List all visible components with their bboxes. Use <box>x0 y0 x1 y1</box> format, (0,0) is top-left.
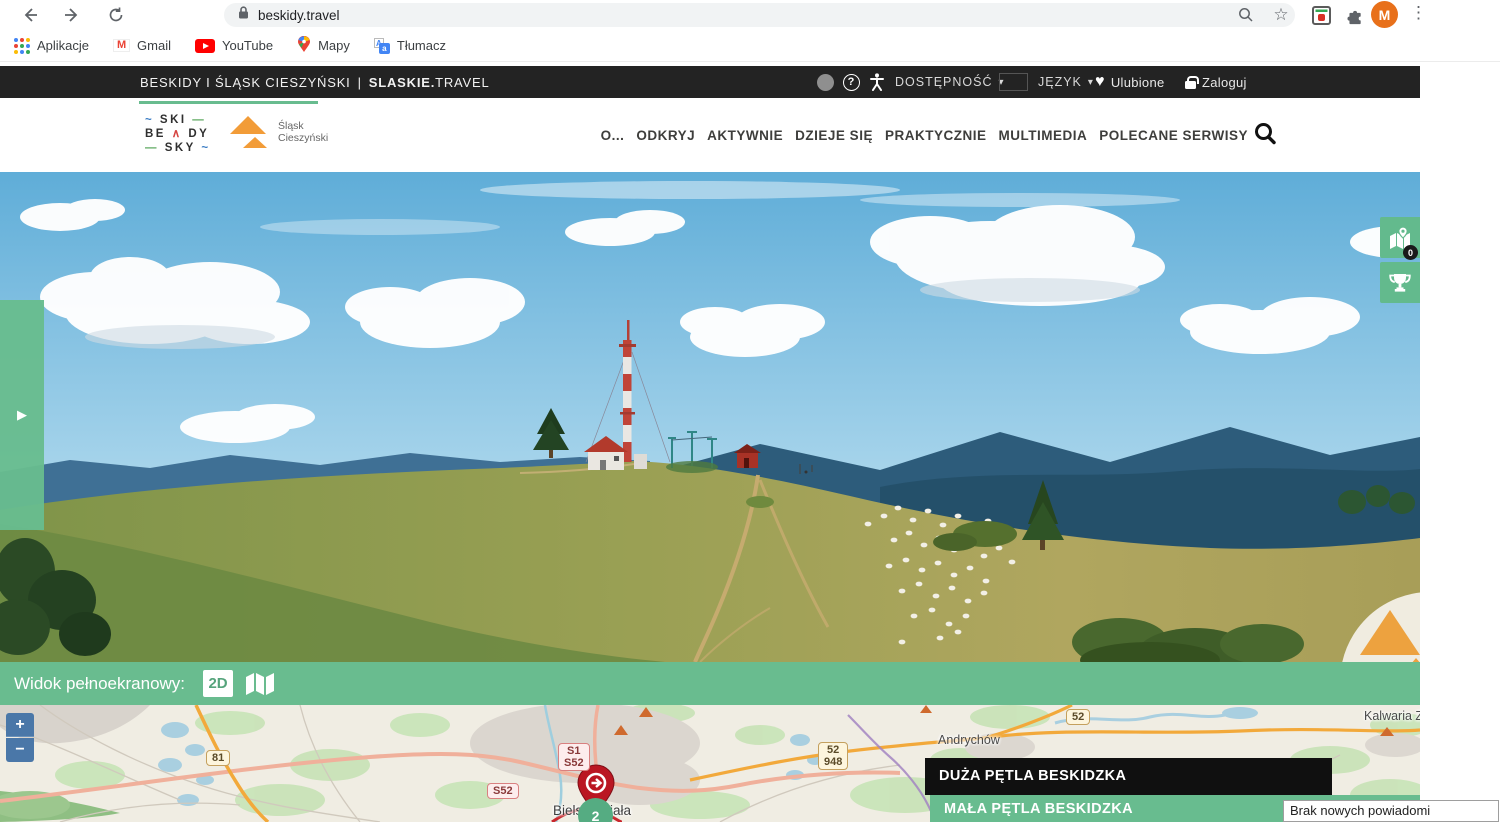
map-canvas[interactable]: + − 81 S1S52 S52 52948 52 Bielsko-Biała … <box>0 705 1420 822</box>
road-shield-52-948: 52948 <box>818 742 848 770</box>
heart-icon: ♥ <box>1095 73 1105 91</box>
flag-poland-icon[interactable] <box>999 66 1028 98</box>
notification-tooltip: Brak nowych powiadomi <box>1283 800 1499 822</box>
translate-icon: Aa <box>374 38 390 54</box>
zoom-page-icon[interactable] <box>1233 3 1259 27</box>
login-link[interactable]: Zaloguj <box>1185 66 1247 98</box>
profile-avatar[interactable]: M <box>1371 1 1398 28</box>
youtube-icon <box>195 39 215 53</box>
apps-grid-icon <box>14 38 30 54</box>
browser-toolbar: beskidy.travel ☆ M ⋮ <box>0 0 1500 30</box>
hero-side-panel-toggle[interactable]: ▶ <box>0 300 44 530</box>
extensions-puzzle-icon[interactable] <box>1342 3 1368 27</box>
menu-item-odkryj[interactable]: ODKRYJ <box>636 128 695 143</box>
bookmark-maps[interactable]: Mapy <box>297 36 350 56</box>
screenshot-root: beskidy.travel ☆ M ⋮ Aplikacje M Gmail <box>0 0 1500 822</box>
brand-left: BESKIDY I ŚLĄSK CIESZYŃSKI <box>140 75 351 90</box>
panel-arrow-icon: ▶ <box>17 407 27 423</box>
trophy-button[interactable] <box>1380 262 1420 303</box>
site-brand[interactable]: BESKIDY I ŚLĄSK CIESZYŃSKI | SLASKIE.TRA… <box>140 66 490 98</box>
accessibility-label: DOSTĘPNOŚĆ <box>895 75 993 89</box>
bookmark-label: Gmail <box>137 38 171 53</box>
menu-item-praktycznie[interactable]: PRAKTYCZNIE <box>885 128 987 143</box>
route-item-duza-petla[interactable]: DUŻA PĘTLA BESKIDZKA <box>925 758 1332 795</box>
fullscreen-label: Widok pełnoekranowy: <box>14 674 185 694</box>
bookmark-label: YouTube <box>222 38 273 53</box>
city-label-kalwaria: Kalwaria Ze <box>1364 709 1420 723</box>
road-shield-s1-s52: S1S52 <box>558 743 590 771</box>
road-shield-52: 52 <box>1066 709 1090 725</box>
hero-banner: ▶ 0 <box>0 172 1420 662</box>
trip-plan-count-badge: 0 <box>1403 245 1418 260</box>
search-icon[interactable] <box>1254 122 1277 150</box>
back-icon[interactable] <box>17 2 43 28</box>
city-label-andrychow: Andrychów <box>938 733 1000 747</box>
fullscreen-map-button[interactable] <box>246 672 276 696</box>
browser-menu-kebab-icon[interactable]: ⋮ <box>1410 3 1427 23</box>
bookmark-star-icon[interactable]: ☆ <box>1268 3 1294 27</box>
lock-icon <box>1185 81 1196 89</box>
site-nav: ~ SKI — BE ∧ DY — SKY ~ Śląsk Cieszyński… <box>0 98 1420 172</box>
road-shield-s52: S52 <box>487 783 519 799</box>
language-label: JĘZYK <box>1038 75 1082 89</box>
bookmarks-bar: Aplikacje M Gmail YouTube Mapy Aa Tłumac… <box>0 30 1500 62</box>
ssl-lock-icon <box>238 6 249 24</box>
bookmark-label: Aplikacje <box>37 38 89 53</box>
accessibility-icon[interactable] <box>869 66 885 98</box>
favorites-link[interactable]: ♥ Ulubione <box>1095 66 1165 98</box>
address-bar[interactable]: beskidy.travel <box>224 3 1295 27</box>
gmail-icon: M <box>113 39 130 52</box>
url-text[interactable]: beskidy.travel <box>258 8 340 23</box>
bookmark-label: Tłumacz <box>397 38 446 53</box>
bookmark-translate[interactable]: Aa Tłumacz <box>374 38 446 54</box>
forward-icon[interactable] <box>59 2 85 28</box>
help-icon[interactable]: ? <box>843 66 860 98</box>
hero-landscape-image <box>0 172 1420 662</box>
site-topbar: BESKIDY I ŚLĄSK CIESZYŃSKI | SLASKIE.TRA… <box>0 66 1420 98</box>
brand-right-rest: TRAVEL <box>435 75 489 90</box>
road-shield-81: 81 <box>206 750 230 766</box>
bookmark-gmail[interactable]: M Gmail <box>113 38 171 53</box>
menu-item-aktywnie[interactable]: AKTYWNIE <box>707 128 783 143</box>
contrast-icon[interactable] <box>817 66 834 98</box>
favorites-label: Ulubione <box>1111 75 1165 90</box>
nav-accent-line <box>139 101 318 104</box>
map-fold-icon <box>246 672 276 696</box>
zoom-out-button[interactable]: − <box>6 738 34 762</box>
language-menu[interactable]: JĘZYK ▾ <box>1038 66 1094 98</box>
menu-item-polecane-serwisy[interactable]: POLECANE SERWISY <box>1099 128 1248 143</box>
brand-divider: | <box>358 75 362 90</box>
bookmark-apps[interactable]: Aplikacje <box>14 38 89 54</box>
view-2d-button[interactable]: 2D <box>203 670 233 697</box>
brand-right-bold: SLASKIE. <box>369 75 435 90</box>
login-label: Zaloguj <box>1202 75 1247 90</box>
trip-plan-button[interactable]: 0 <box>1380 217 1420 258</box>
menu-item-dzieje-sie[interactable]: DZIEJE SIĘ <box>795 128 873 143</box>
chevron-down-icon: ▾ <box>1088 77 1094 88</box>
menu-item-multimedia[interactable]: MULTIMEDIA <box>998 128 1087 143</box>
zoom-in-button[interactable]: + <box>6 713 34 737</box>
accessibility-menu[interactable]: DOSTĘPNOŚĆ ▾ <box>895 66 1005 98</box>
extension-shortcut-icon[interactable] <box>1308 3 1334 27</box>
main-menu: O... ODKRYJ AKTYWNIE DZIEJE SIĘ PRAKTYCZ… <box>0 128 1248 143</box>
bookmark-label: Mapy <box>318 38 350 53</box>
bookmark-youtube[interactable]: YouTube <box>195 38 273 53</box>
menu-item-o[interactable]: O... <box>601 128 625 143</box>
refresh-icon[interactable] <box>103 2 129 28</box>
fullscreen-bar: Widok pełnoekranowy: 2D <box>0 662 1420 705</box>
maps-pin-icon <box>297 36 311 56</box>
trophy-icon <box>1388 271 1412 295</box>
